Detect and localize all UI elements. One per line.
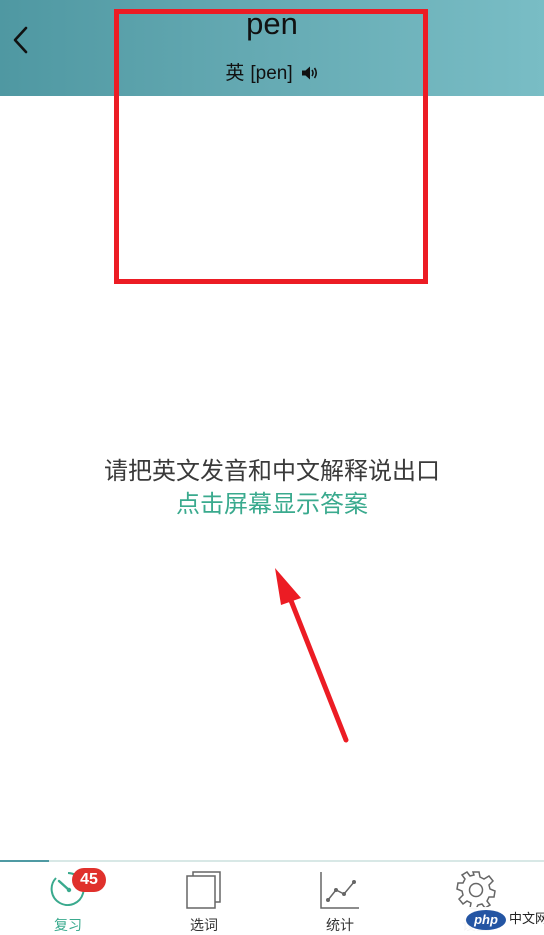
tab-review[interactable]: 45 复习 — [0, 862, 136, 934]
tab-label: 选词 — [190, 918, 218, 934]
tab-statistics[interactable]: 统计 — [272, 862, 408, 934]
line-chart-icon — [320, 872, 359, 909]
review-count-badge: 45 — [72, 868, 106, 892]
watermark-text: 中文网 — [509, 912, 544, 927]
tab-choose-words[interactable]: 选词 — [136, 862, 272, 934]
tab-label: 复习 — [54, 918, 82, 934]
book-icon — [186, 871, 221, 909]
annotation-arrow — [275, 568, 349, 743]
site-watermark: php 中文网 — [462, 907, 544, 933]
gear-icon — [456, 871, 496, 910]
tab-label: 统计 — [326, 918, 354, 934]
watermark-logo: php — [466, 910, 506, 930]
